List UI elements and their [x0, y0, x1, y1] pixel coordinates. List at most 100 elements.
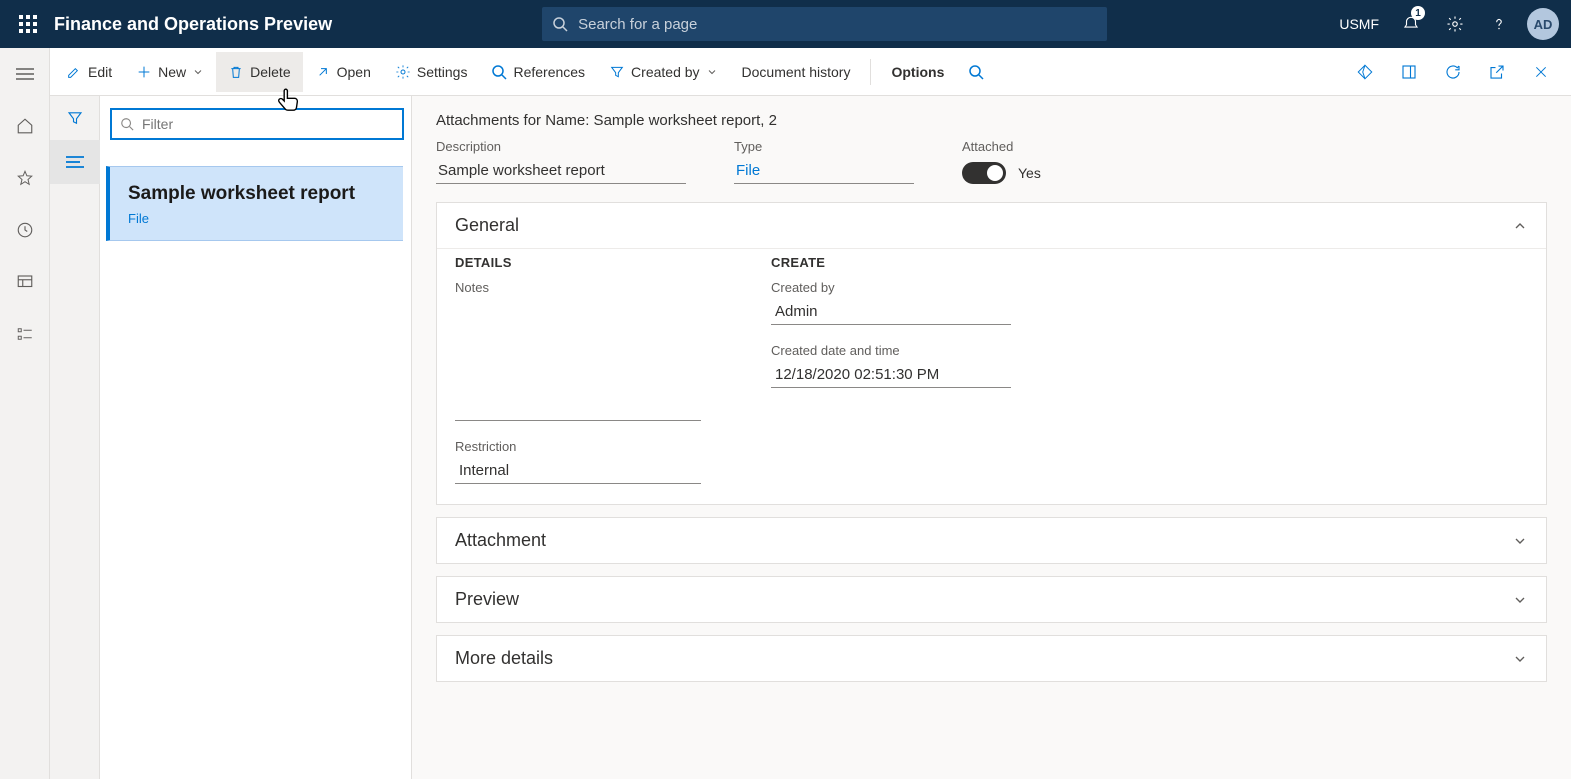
filter-input[interactable]: [142, 116, 394, 132]
settings-button[interactable]: Settings: [383, 52, 480, 92]
nav-expand-button[interactable]: [1, 54, 49, 94]
description-value[interactable]: Sample worksheet report: [436, 158, 686, 184]
type-label: Type: [734, 139, 914, 154]
panel-preview-title: Preview: [455, 589, 519, 610]
pencil-icon: [66, 64, 82, 80]
edit-label: Edit: [88, 64, 112, 80]
document-history-button[interactable]: Document history: [730, 52, 863, 92]
details-group: DETAILS Notes Restriction Internal: [455, 255, 701, 484]
panel-general-title: General: [455, 215, 519, 236]
page-options-button[interactable]: [1387, 52, 1431, 92]
list-subrail: [50, 96, 100, 779]
app-title: Finance and Operations Preview: [54, 14, 332, 35]
hamburger-icon: [16, 67, 34, 81]
detail-pane: Attachments for Name: Sample worksheet r…: [412, 96, 1571, 779]
nav-favorites[interactable]: [1, 158, 49, 198]
notifications-button[interactable]: 1: [1391, 0, 1431, 48]
created-dt-label: Created date and time: [771, 343, 1011, 358]
nav-modules[interactable]: [1, 314, 49, 354]
search-icon: [552, 16, 568, 32]
search-icon: [968, 64, 984, 80]
notes-label: Notes: [455, 280, 701, 295]
delete-button[interactable]: Delete: [216, 52, 302, 92]
attached-label: Attached: [962, 139, 1041, 154]
open-label: Open: [337, 64, 371, 80]
notes-input[interactable]: [455, 301, 701, 421]
notification-badge: 1: [1411, 6, 1425, 20]
settings-label: Settings: [417, 64, 468, 80]
type-value[interactable]: File: [734, 158, 914, 184]
delete-label: Delete: [250, 64, 290, 80]
search-placeholder: Search for a page: [578, 16, 697, 33]
detail-header: Attachments for Name: Sample worksheet r…: [436, 112, 1547, 129]
left-rail: [0, 48, 50, 779]
personalize-button[interactable]: [1343, 52, 1387, 92]
gear-icon: [395, 64, 411, 80]
user-avatar[interactable]: AD: [1523, 0, 1563, 48]
panel-more-header[interactable]: More details: [437, 636, 1546, 681]
panel-attachment: Attachment: [436, 517, 1547, 564]
help-button[interactable]: [1479, 0, 1519, 48]
restriction-label: Restriction: [455, 439, 701, 454]
restriction-value[interactable]: Internal: [455, 458, 701, 484]
action-bar: Edit New Delete Open Settings Refere: [50, 48, 1571, 96]
chevron-down-icon: [192, 66, 204, 78]
created-by-label: Created by: [631, 64, 699, 80]
created-dt-value[interactable]: 12/18/2020 02:51:30 PM: [771, 362, 1011, 388]
panel-general-header[interactable]: General: [437, 203, 1546, 248]
attached-value: Yes: [1018, 165, 1041, 181]
list-item[interactable]: Sample worksheet report File: [106, 166, 403, 241]
options-button[interactable]: Options: [879, 52, 956, 92]
clock-icon: [16, 221, 34, 239]
new-button[interactable]: New: [124, 52, 216, 92]
refresh-button[interactable]: [1431, 52, 1475, 92]
panel-preview-header[interactable]: Preview: [437, 577, 1546, 622]
subrail-filter-button[interactable]: [50, 96, 100, 140]
created-by-button[interactable]: Created by: [597, 52, 729, 92]
nav-home[interactable]: [1, 106, 49, 146]
chevron-down-icon: [706, 66, 718, 78]
plus-icon: [136, 64, 152, 80]
open-button[interactable]: Open: [303, 52, 383, 92]
details-group-title: DETAILS: [455, 255, 701, 270]
edit-button[interactable]: Edit: [54, 52, 124, 92]
avatar-initials: AD: [1527, 8, 1559, 40]
list-item-title: Sample worksheet report: [128, 183, 385, 205]
panel-attachment-title: Attachment: [455, 530, 546, 551]
filter-icon: [609, 64, 625, 80]
refresh-icon: [1444, 63, 1462, 81]
star-icon: [16, 169, 34, 187]
popout-button[interactable]: [1475, 52, 1519, 92]
chevron-down-icon: [1512, 533, 1528, 549]
search-box[interactable]: Search for a page: [542, 7, 1107, 41]
panel-icon: [1400, 63, 1418, 81]
subrail-list-button[interactable]: [50, 140, 100, 184]
create-group: CREATE Created by Admin Created date and…: [771, 255, 1011, 484]
popout-icon: [1488, 63, 1506, 81]
list-column: Sample worksheet report File: [100, 96, 412, 779]
panel-attachment-header[interactable]: Attachment: [437, 518, 1546, 563]
action-separator: [870, 59, 871, 85]
created-by-value[interactable]: Admin: [771, 299, 1011, 325]
modules-icon: [16, 325, 34, 343]
description-label: Description: [436, 139, 686, 154]
chevron-up-icon: [1512, 218, 1528, 234]
nav-workspaces[interactable]: [1, 262, 49, 302]
settings-button[interactable]: [1435, 0, 1475, 48]
app-launcher[interactable]: [8, 15, 48, 33]
references-button[interactable]: References: [479, 52, 597, 92]
waffle-icon: [19, 15, 37, 33]
find-button[interactable]: [956, 52, 996, 92]
close-button[interactable]: [1519, 52, 1563, 92]
panel-more-details: More details: [436, 635, 1547, 682]
nav-recent[interactable]: [1, 210, 49, 250]
top-nav: Finance and Operations Preview Search fo…: [0, 0, 1571, 48]
list-filter-box[interactable]: [110, 108, 404, 140]
diamond-icon: [1356, 63, 1374, 81]
attached-toggle[interactable]: [962, 162, 1006, 184]
created-by-label: Created by: [771, 280, 1011, 295]
search-icon: [491, 64, 507, 80]
gear-icon: [1446, 15, 1464, 33]
list-lines-icon: [66, 155, 84, 169]
company-code[interactable]: USMF: [1339, 16, 1379, 32]
